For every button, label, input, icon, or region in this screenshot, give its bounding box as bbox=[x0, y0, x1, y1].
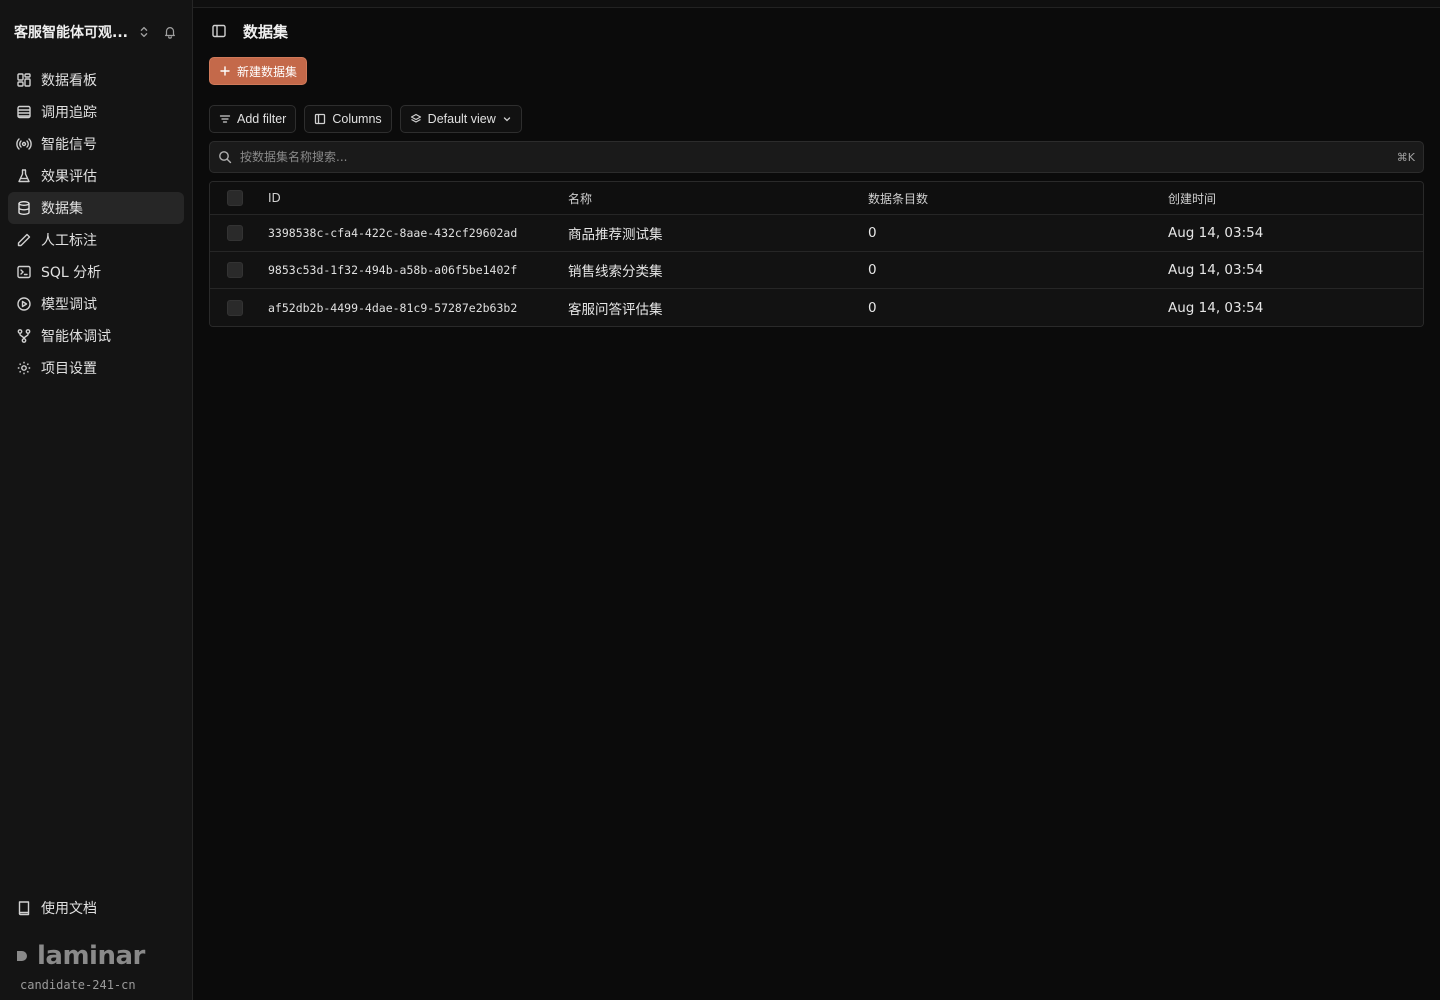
play-icon bbox=[17, 297, 31, 311]
row-checkbox[interactable] bbox=[227, 299, 243, 316]
column-header-created[interactable]: 创建时间 bbox=[1168, 190, 1423, 207]
layers-icon bbox=[410, 113, 421, 123]
sidebar-item-label: 模型调试 bbox=[41, 297, 97, 313]
search-shortcut: ⌘K bbox=[1396, 150, 1415, 164]
sidebar-footer: 使用文档 laminar candidate-241-cn bbox=[0, 892, 192, 1000]
add-filter-label: Add filter bbox=[237, 112, 287, 126]
sidebar-item-agent-debug[interactable]: 智能体调试 bbox=[8, 320, 184, 352]
columns-label: Columns bbox=[332, 112, 382, 126]
database-icon bbox=[18, 201, 30, 216]
row-checkbox[interactable] bbox=[227, 225, 243, 241]
row-count: 0 bbox=[868, 299, 877, 316]
search-icon bbox=[219, 151, 232, 164]
sidebar: 客服智能体可观... 数据看板 调用追踪 智能信号 效果评估 数据集 人工标注 … bbox=[0, 0, 193, 1000]
column-header-name[interactable]: 名称 bbox=[568, 190, 868, 207]
sidebar-toggle-icon[interactable] bbox=[209, 21, 229, 41]
sidebar-item-docs[interactable]: 使用文档 bbox=[8, 892, 184, 924]
gear-icon bbox=[17, 361, 31, 375]
sidebar-item-label: 智能体调试 bbox=[41, 329, 111, 345]
terminal-icon bbox=[17, 265, 31, 279]
new-dataset-button[interactable]: 新建数据集 bbox=[209, 57, 308, 85]
default-view-label: Default view bbox=[427, 112, 496, 126]
brand-logo: laminar bbox=[0, 940, 192, 972]
bell-icon[interactable] bbox=[160, 22, 180, 42]
sidebar-item-settings[interactable]: 项目设置 bbox=[8, 352, 184, 384]
brand-name: laminar bbox=[37, 941, 145, 971]
table-row[interactable]: af52db2b-4499-4dae-81c9-57287e2b63b2 客服问… bbox=[210, 289, 1423, 326]
app-root: 客服智能体可观... 数据看板 调用追踪 智能信号 效果评估 数据集 人工标注 … bbox=[0, 0, 1440, 1000]
chevron-down-icon bbox=[503, 117, 510, 122]
sidebar-item-label: 人工标注 bbox=[41, 233, 97, 249]
row-name: 销售线索分类集 bbox=[568, 264, 663, 280]
row-created: Aug 14, 03:54 bbox=[1168, 262, 1264, 278]
graph-icon bbox=[17, 329, 31, 343]
page-title: 数据集 bbox=[243, 22, 289, 41]
row-checkbox[interactable] bbox=[227, 262, 243, 278]
default-view-button[interactable]: Default view bbox=[399, 105, 522, 133]
project-name: 客服智能体可观... bbox=[14, 25, 128, 41]
sidebar-item-label: 效果评估 bbox=[41, 169, 97, 185]
sidebar-item-evaluations[interactable]: 效果评估 bbox=[8, 160, 184, 192]
sidebar-item-labeling[interactable]: 人工标注 bbox=[8, 224, 184, 256]
plus-icon bbox=[220, 66, 230, 76]
chevron-up-down-icon[interactable] bbox=[134, 22, 154, 42]
row-count: 0 bbox=[868, 225, 877, 241]
row-created: Aug 14, 03:54 bbox=[1168, 299, 1264, 316]
columns-button[interactable]: Columns bbox=[304, 105, 392, 133]
add-filter-button[interactable]: Add filter bbox=[209, 105, 297, 133]
flask-icon bbox=[18, 169, 30, 183]
pencil-icon bbox=[17, 233, 31, 247]
sidebar-item-label: SQL 分析 bbox=[41, 265, 102, 281]
row-name: 客服问答评估集 bbox=[568, 301, 663, 318]
filter-icon bbox=[219, 115, 231, 123]
laminar-logo-icon bbox=[17, 951, 27, 961]
new-dataset-label: 新建数据集 bbox=[237, 64, 298, 79]
row-created: Aug 14, 03:54 bbox=[1168, 225, 1264, 241]
sidebar-item-signals[interactable]: 智能信号 bbox=[8, 128, 184, 160]
sidebar-item-label: 项目设置 bbox=[41, 361, 97, 377]
main-content: 数据集 新建数据集 Add filter Columns Default vie… bbox=[193, 0, 1440, 1000]
book-icon bbox=[18, 901, 30, 916]
sidebar-nav: 数据看板 调用追踪 智能信号 效果评估 数据集 人工标注 SQL 分析 模型调试… bbox=[0, 64, 192, 384]
row-name: 商品推荐测试集 bbox=[568, 227, 663, 243]
sidebar-item-label: 调用追踪 bbox=[41, 105, 97, 121]
sidebar-item-datasets[interactable]: 数据集 bbox=[8, 192, 184, 224]
top-divider bbox=[193, 0, 1440, 8]
search-input[interactable] bbox=[240, 150, 1389, 164]
sidebar-item-label: 使用文档 bbox=[41, 901, 97, 917]
datasets-table: ID 名称 数据条目数 创建时间 3398538c-cfa4-422c-8aae… bbox=[209, 181, 1424, 327]
table-header: ID 名称 数据条目数 创建时间 bbox=[210, 182, 1423, 215]
sidebar-item-label: 智能信号 bbox=[41, 137, 97, 153]
row-id: 9853c53d-1f32-494b-a58b-a06f5be1402f bbox=[268, 263, 518, 277]
row-id: 3398538c-cfa4-422c-8aae-432cf29602ad bbox=[268, 226, 518, 240]
column-header-id[interactable]: ID bbox=[268, 191, 568, 205]
row-count: 0 bbox=[868, 262, 877, 278]
column-header-count[interactable]: 数据条目数 bbox=[868, 190, 1168, 207]
select-all-checkbox[interactable] bbox=[227, 190, 243, 206]
dashboard-icon bbox=[17, 73, 31, 87]
table-toolbar: Add filter Columns Default view bbox=[209, 105, 1424, 133]
project-switcher[interactable]: 客服智能体可观... bbox=[0, 0, 192, 64]
search-bar: ⌘K bbox=[209, 141, 1424, 173]
sidebar-item-dashboard[interactable]: 数据看板 bbox=[8, 64, 184, 96]
sidebar-item-traces[interactable]: 调用追踪 bbox=[8, 96, 184, 128]
sidebar-item-playground[interactable]: 模型调试 bbox=[8, 288, 184, 320]
sidebar-item-sql[interactable]: SQL 分析 bbox=[8, 256, 184, 288]
table-row[interactable]: 3398538c-cfa4-422c-8aae-432cf29602ad 商品推… bbox=[210, 215, 1423, 252]
row-id: af52db2b-4499-4dae-81c9-57287e2b63b2 bbox=[268, 300, 518, 315]
list-icon bbox=[17, 105, 31, 119]
table-row[interactable]: 9853c53d-1f32-494b-a58b-a06f5be1402f 销售线… bbox=[210, 252, 1423, 289]
sidebar-item-label: 数据集 bbox=[41, 201, 83, 217]
workspace-name: candidate-241-cn bbox=[20, 978, 136, 992]
columns-icon bbox=[315, 113, 326, 125]
sidebar-item-label: 数据看板 bbox=[41, 73, 97, 89]
signal-icon bbox=[16, 138, 32, 150]
